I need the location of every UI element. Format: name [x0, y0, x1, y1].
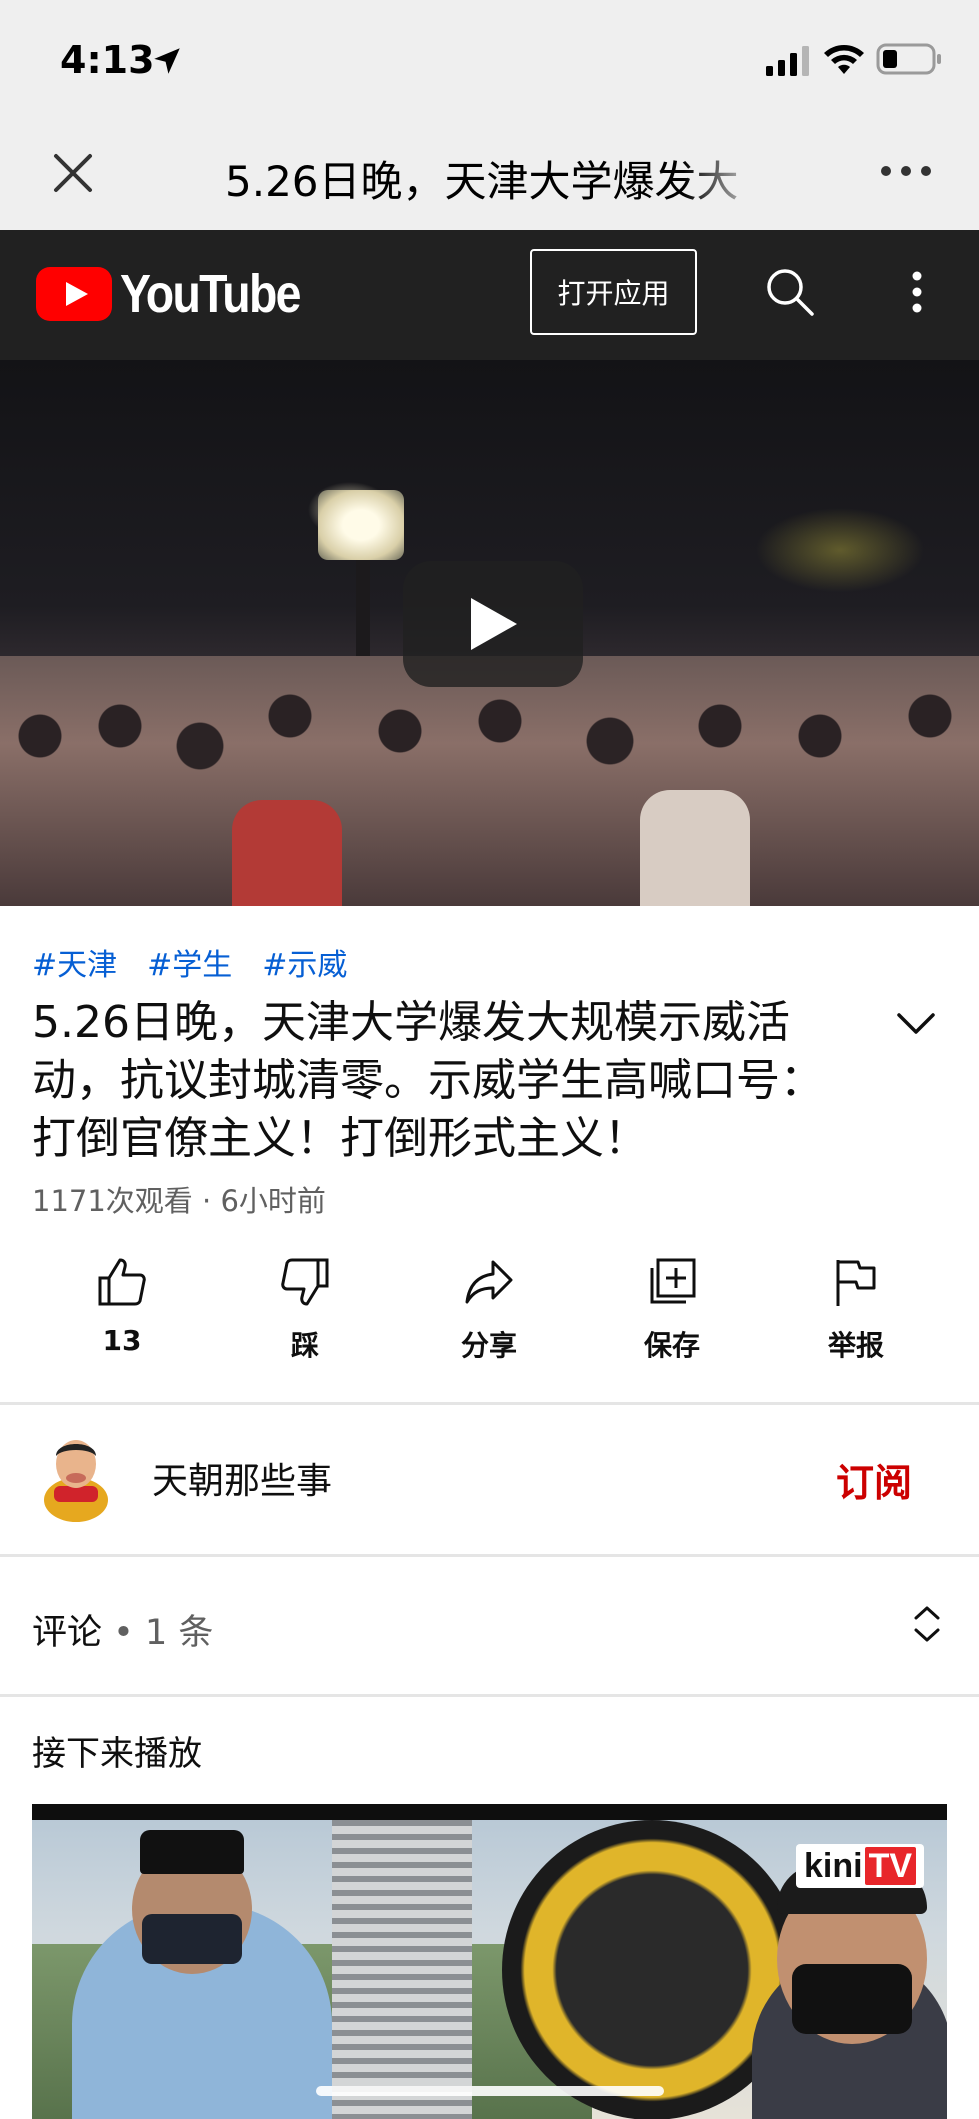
- hashtag-list: #天津 #学生 #示威: [32, 940, 347, 984]
- divider: [0, 1402, 979, 1405]
- home-indicator: [316, 2086, 664, 2096]
- channel-name[interactable]: 天朝那些事: [152, 1452, 332, 1504]
- play-button[interactable]: [403, 561, 583, 687]
- save-button[interactable]: 保存: [612, 1256, 732, 1366]
- like-count: 13: [102, 1324, 142, 1357]
- hashtag-link[interactable]: #示威: [262, 940, 347, 984]
- chevron-down-icon[interactable]: [896, 1010, 936, 1038]
- expand-collapse-icon[interactable]: [912, 1604, 942, 1644]
- like-button[interactable]: 13: [62, 1256, 182, 1366]
- search-icon[interactable]: [764, 266, 816, 318]
- report-button[interactable]: 举报: [796, 1256, 916, 1366]
- comments-separator: •: [113, 1613, 134, 1653]
- comments-header[interactable]: 评论 • 1 条: [32, 1604, 213, 1655]
- video-title[interactable]: 5.26日晚，天津大学爆发大规模示威活动，抗议封城清零。示威学生高喊口号：打倒官…: [32, 994, 862, 1168]
- next-video-thumbnail[interactable]: kini TV: [32, 1804, 947, 2119]
- thumbnail-mask: [792, 1964, 912, 2034]
- report-label: 举报: [827, 1329, 884, 1362]
- thumbs-up-icon: [98, 1258, 146, 1306]
- youtube-play-logo-icon: [36, 267, 112, 321]
- comments-label: 评论: [32, 1613, 103, 1653]
- video-frame-figure: [232, 800, 342, 906]
- open-app-button[interactable]: 打开应用: [530, 249, 697, 335]
- location-arrow-icon: [154, 48, 180, 74]
- video-actions: 13 踩 分享 保存 举报: [0, 1256, 979, 1366]
- youtube-logo-text: YouTube: [120, 264, 301, 324]
- channel-avatar[interactable]: [40, 1434, 112, 1524]
- wifi-icon: [824, 45, 864, 74]
- share-button[interactable]: 分享: [429, 1256, 549, 1366]
- dislike-label: 踩: [290, 1329, 319, 1362]
- browser-page-title: 5.26日晚，天津大学爆发大: [225, 157, 739, 206]
- more-options-icon[interactable]: [880, 160, 932, 182]
- add-to-playlist-icon: [650, 1258, 696, 1304]
- hashtag-link[interactable]: #天津: [32, 940, 117, 984]
- save-label: 保存: [643, 1329, 700, 1362]
- close-icon[interactable]: [50, 150, 96, 196]
- more-vertical-icon[interactable]: [900, 268, 934, 316]
- thumbs-down-icon: [281, 1258, 329, 1306]
- share-icon: [465, 1260, 513, 1304]
- thumbnail-mask: [142, 1914, 242, 1964]
- play-icon: [471, 598, 517, 650]
- cellular-signal-icon: [766, 46, 809, 76]
- share-label: 分享: [460, 1329, 517, 1362]
- kinitv-logo-text: kini: [804, 1847, 863, 1885]
- thumbnail-cap: [140, 1830, 244, 1874]
- battery-icon: [876, 43, 941, 75]
- video-frame-crowd: [0, 656, 979, 906]
- video-view-count-and-date: 1171次观看 · 6小时前: [32, 1184, 326, 1218]
- kinitv-logo-suffix: TV: [864, 1847, 917, 1885]
- kinitv-logo: kini TV: [796, 1844, 925, 1888]
- status-time: 4:13: [60, 38, 155, 82]
- dislike-button[interactable]: 踩: [245, 1256, 365, 1366]
- video-frame-lamp: [318, 490, 404, 560]
- video-frame-figure: [640, 790, 750, 906]
- thumbnail-building: [332, 1820, 472, 2119]
- youtube-logo[interactable]: YouTube: [36, 264, 329, 324]
- divider: [0, 1694, 979, 1697]
- flag-icon: [836, 1260, 876, 1306]
- divider: [0, 1554, 979, 1557]
- comments-count: 1 条: [144, 1613, 214, 1653]
- hashtag-link[interactable]: #学生: [147, 940, 232, 984]
- up-next-heading: 接下来播放: [32, 1734, 202, 1774]
- subscribe-button[interactable]: 订阅: [836, 1452, 912, 1507]
